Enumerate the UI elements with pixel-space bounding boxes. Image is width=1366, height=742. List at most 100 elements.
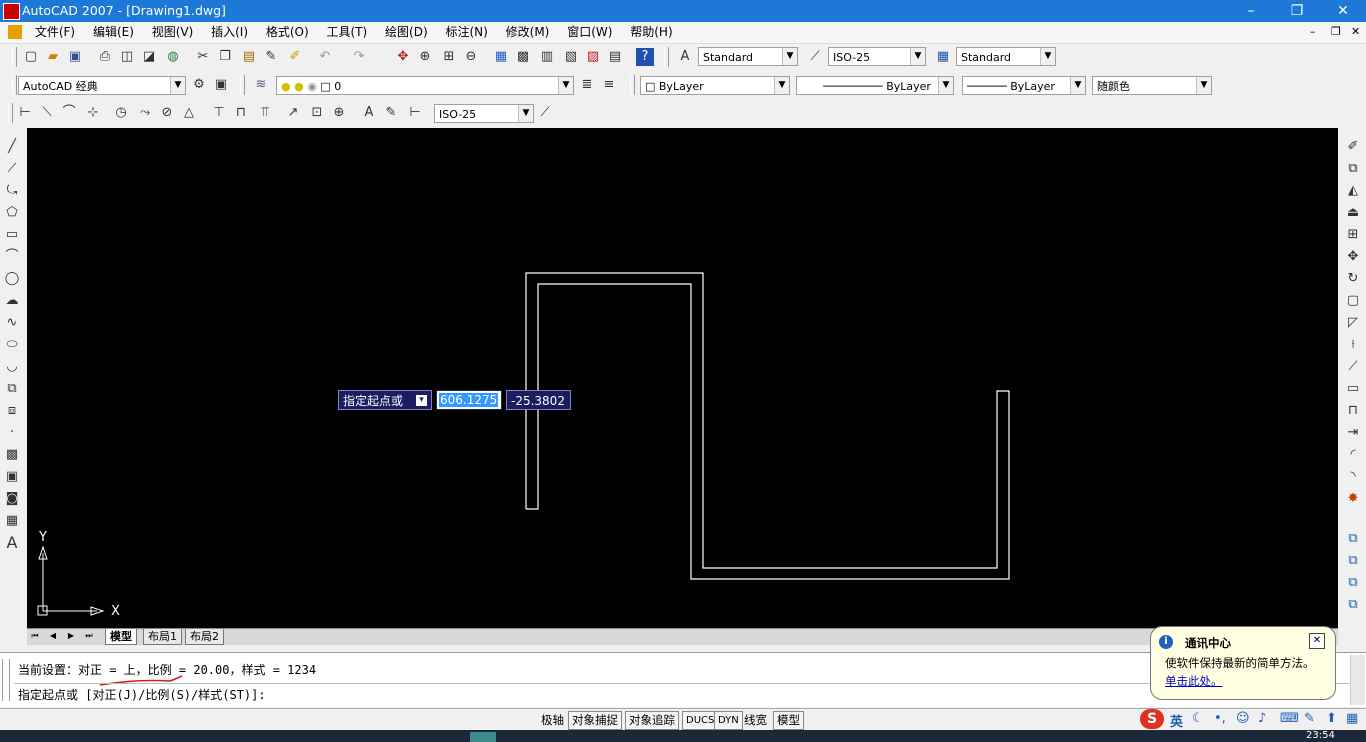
dim-style-icon[interactable]: ⟋ <box>806 48 824 66</box>
layer-freeze-icon[interactable]: ● <box>294 80 304 93</box>
dim-edit-icon[interactable]: A <box>360 104 378 122</box>
sogou-ime-icon[interactable]: S <box>1140 709 1164 729</box>
arc-length-icon[interactable]: ⌒ <box>60 104 78 122</box>
multiline-shape[interactable] <box>525 272 1010 580</box>
make-object-layer-current-icon[interactable]: ≣ <box>578 76 596 94</box>
popup-link[interactable]: 单击此处。 <box>1165 673 1223 689</box>
menu-dimension[interactable]: 标注(N) <box>438 22 494 43</box>
center-mark-icon[interactable]: ⊕ <box>330 104 348 122</box>
undo-icon[interactable]: ↶ <box>316 48 334 66</box>
tool-palettes-icon[interactable]: ▥ <box>538 48 556 66</box>
menu-modify[interactable]: 修改(M) <box>499 22 557 43</box>
polyline-icon[interactable]: ⤿ <box>3 182 21 200</box>
ellipse-arc-icon[interactable]: ◡ <box>3 358 21 376</box>
first-tab-icon[interactable]: ⏮ <box>29 630 41 642</box>
move-icon[interactable]: ✥ <box>1344 248 1362 266</box>
toolbox-icon[interactable]: ⬆ <box>1326 711 1337 726</box>
menu-tools[interactable]: 工具(T) <box>320 22 375 43</box>
toolbar-grip[interactable] <box>630 75 635 95</box>
rotate-icon[interactable]: ↻ <box>1344 270 1362 288</box>
scale-icon[interactable]: ▢ <box>1344 292 1362 310</box>
make-block-icon[interactable]: ⧈ <box>3 402 21 420</box>
construction-line-icon[interactable]: ⟋ <box>3 160 21 178</box>
command-prompt-line[interactable]: 指定起点或 [对正(J)/比例(S)/样式(ST)]: <box>18 686 266 703</box>
text-style-icon[interactable]: A <box>676 48 694 66</box>
moon-icon[interactable]: ☾ <box>1192 711 1204 726</box>
table-style-select[interactable]: Standard ▼ <box>956 47 1056 66</box>
region-icon[interactable]: ◙ <box>3 490 21 508</box>
help-icon[interactable]: ? <box>636 48 654 66</box>
last-tab-icon[interactable]: ⏭ <box>83 630 95 642</box>
fillet-icon[interactable]: ◝ <box>1344 468 1362 486</box>
linetype-select[interactable]: ───────── ByLayer ▼ <box>796 76 954 95</box>
text-style-select[interactable]: Standard ▼ <box>698 47 798 66</box>
design-center-icon[interactable]: ▩ <box>514 48 532 66</box>
close-button[interactable]: ✕ <box>1320 0 1366 22</box>
popup-close-button[interactable]: ✕ <box>1309 633 1325 649</box>
dim-style-control-select[interactable]: ISO-25 ▼ <box>434 104 534 123</box>
menu-format[interactable]: 格式(O) <box>259 22 316 43</box>
dyn-toggle[interactable]: DYN <box>714 711 743 730</box>
zoom-realtime-icon[interactable]: ⊕ <box>416 48 434 66</box>
trim-icon[interactable]: ⟊ <box>1344 336 1362 354</box>
print-icon[interactable]: ⎙ <box>96 48 114 66</box>
dim-style-select[interactable]: ISO-25 ▼ <box>828 47 926 66</box>
command-window-grip[interactable] <box>2 659 10 701</box>
menu-help[interactable]: 帮助(H) <box>623 22 679 43</box>
redo-icon[interactable]: ↷ <box>350 48 368 66</box>
plot-preview-icon[interactable]: ◫ <box>118 48 136 66</box>
ordinate-dim-icon[interactable]: ⊹ <box>84 104 102 122</box>
toolbar-grip[interactable] <box>240 75 245 95</box>
paste-icon[interactable]: ▤ <box>240 48 258 66</box>
extend-icon[interactable]: ⟋ <box>1344 358 1362 376</box>
linear-dim-icon[interactable]: ⊢ <box>16 104 34 122</box>
point-icon[interactable]: · <box>3 424 21 442</box>
quick-dim-icon[interactable]: ⊤ <box>210 104 228 122</box>
array-icon[interactable]: ⊞ <box>1344 226 1362 244</box>
document-icon[interactable] <box>8 25 22 39</box>
circle-icon[interactable]: ◯ <box>3 270 21 288</box>
command-scrollbar[interactable] <box>1350 655 1365 705</box>
toolbar-grip[interactable] <box>12 47 17 67</box>
workspace-settings-icon[interactable]: ⚙ <box>190 76 208 94</box>
lineweight-select[interactable]: ────── ByLayer ▼ <box>962 76 1086 95</box>
bring-above-icon[interactable]: ⧉ <box>1344 574 1362 592</box>
doc-restore-button[interactable]: ❐ <box>1331 25 1341 38</box>
markup-icon[interactable]: ▨ <box>584 48 602 66</box>
sheet-set-icon[interactable]: ▧ <box>562 48 580 66</box>
tolerance-icon[interactable]: ⊡ <box>308 104 326 122</box>
layer-manager-icon[interactable]: ≋ <box>252 76 270 94</box>
doc-close-button[interactable]: ✕ <box>1351 25 1360 38</box>
dim-style-manager-icon[interactable]: ⟋ <box>536 104 554 122</box>
publish-icon[interactable]: ◪ <box>140 48 158 66</box>
x-coordinate-field[interactable]: 606.1275 <box>436 390 502 410</box>
osnap-toggle[interactable]: 对象捕捉 <box>568 711 622 730</box>
table-icon[interactable]: ▦ <box>3 512 21 530</box>
draw-order-back-icon[interactable]: ⧉ <box>1344 552 1362 570</box>
keyboard-icon[interactable]: ⌨ <box>1280 711 1299 726</box>
dropdown-arrow-icon[interactable]: ▾ <box>416 395 427 406</box>
multiline-text-icon[interactable]: A <box>3 534 21 552</box>
copy-icon[interactable]: ❐ <box>216 48 234 66</box>
layer-on-icon[interactable]: ● <box>281 80 291 93</box>
cut-icon[interactable]: ✂ <box>194 48 212 66</box>
microphone-icon[interactable]: ♪ <box>1258 711 1266 726</box>
chamfer-icon[interactable]: ◜ <box>1344 446 1362 464</box>
break-at-point-icon[interactable]: ▭ <box>1344 380 1362 398</box>
draw-order-front-icon[interactable]: ⧉ <box>1344 530 1362 548</box>
insert-block-icon[interactable]: ⧉ <box>3 380 21 398</box>
aligned-dim-icon[interactable]: ⟍ <box>38 104 56 122</box>
spline-icon[interactable]: ∿ <box>3 314 21 332</box>
next-tab-icon[interactable]: ▶ <box>65 630 77 642</box>
plot-style-select[interactable]: 随颜色 ▼ <box>1092 76 1212 95</box>
radius-dim-icon[interactable]: ◷ <box>112 104 130 122</box>
mirror-icon[interactable]: ◭ <box>1344 182 1362 200</box>
calculator-icon[interactable]: ▤ <box>606 48 624 66</box>
restore-button[interactable]: ❐ <box>1274 0 1320 22</box>
tab-layout1[interactable]: 布局1 <box>143 629 182 645</box>
publish-web-icon[interactable]: ◍ <box>164 48 182 66</box>
line-icon[interactable]: ╱ <box>3 138 21 156</box>
pan-icon[interactable]: ✥ <box>394 48 412 66</box>
model-toggle[interactable]: 模型 <box>773 711 804 730</box>
menu-insert[interactable]: 插入(I) <box>204 22 255 43</box>
